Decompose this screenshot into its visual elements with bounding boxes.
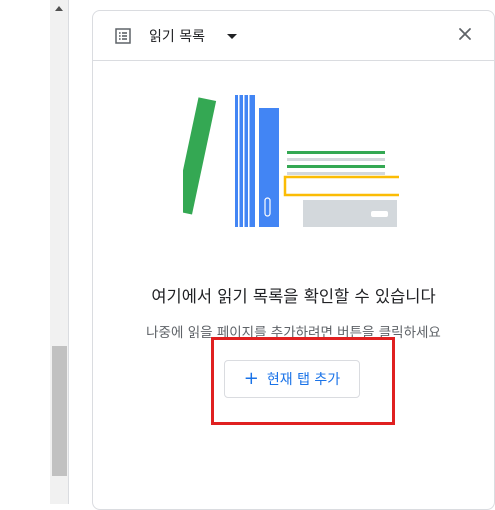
add-current-tab-label: 현재 탭 추가 xyxy=(266,372,341,388)
scrollbar-thumb[interactable] xyxy=(52,346,67,476)
empty-state-title: 여기에서 읽기 목록을 확인할 수 있습니다 xyxy=(151,287,436,306)
books-illustration xyxy=(183,95,399,227)
left-pane xyxy=(0,0,50,504)
triangle-up-icon[interactable] xyxy=(50,0,68,16)
list-icon xyxy=(115,28,131,44)
panel-title: 읽기 목록 xyxy=(149,29,205,45)
reading-list-panel: 읽기 목록 여기에서 읽기 목록을 확인할 수 있습니다 나중에 읽을 페이지를… xyxy=(92,10,495,510)
panel-header: 읽기 목록 xyxy=(93,11,494,61)
add-current-tab-button[interactable]: + 현재 탭 추가 xyxy=(224,360,360,398)
caret-down-icon xyxy=(226,33,237,39)
empty-state-subtitle: 나중에 읽을 페이지를 추가하려면 버튼을 클릭하세요 xyxy=(146,325,441,341)
vertical-scrollbar[interactable] xyxy=(50,0,69,504)
plus-icon: + xyxy=(243,368,259,389)
reading-list-selector[interactable]: 읽기 목록 xyxy=(149,24,237,48)
close-icon[interactable] xyxy=(457,26,473,42)
